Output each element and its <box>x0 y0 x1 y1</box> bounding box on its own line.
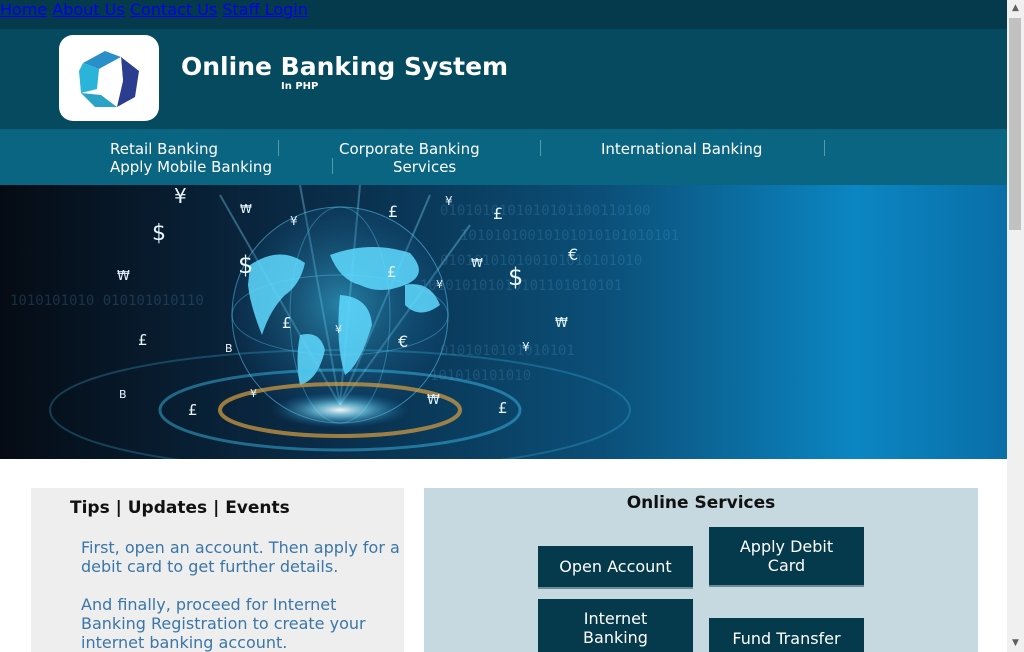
won-icon: ₩ <box>471 256 483 270</box>
euro-icon: € <box>568 245 578 264</box>
tips-paragraph: And finally, proceed for Internet Bankin… <box>81 595 366 652</box>
site-title: Online Banking System <box>181 52 509 81</box>
pound-icon: £ <box>188 401 198 419</box>
tips-paragraph: First, open an account. Then apply for a… <box>81 538 400 576</box>
logo[interactable] <box>59 35 159 121</box>
yen-icon: ¥ <box>250 387 257 400</box>
hero-globe-graphic: 0101010101010101100110100 10101010010101… <box>10 185 679 459</box>
won-icon: ₩ <box>427 393 440 408</box>
yen-icon: ¥ <box>522 340 530 354</box>
site-header: Online Banking System In PHP <box>0 29 1007 129</box>
open-account-button[interactable]: Open Account <box>538 546 693 589</box>
top-bar: Home About Us Contact Us Staff Login <box>0 0 1007 29</box>
scroll-up-arrow-icon[interactable]: ▲ <box>1007 0 1024 17</box>
nav-international-banking[interactable]: International Banking <box>601 140 762 158</box>
svg-text:0101010101010101: 0101010101010101 <box>440 343 575 359</box>
fund-transfer-button[interactable]: Fund Transfer <box>709 618 864 652</box>
online-services-panel: Online Services Open Account Apply Debit… <box>424 488 978 652</box>
nav-divider <box>540 140 541 156</box>
pound-icon: £ <box>387 263 397 281</box>
won-icon: ₩ <box>240 202 252 216</box>
sub-navigation: Retail Banking Corporate Banking Interna… <box>0 129 1007 185</box>
nav-divider <box>824 140 825 156</box>
won-icon: ₩ <box>555 316 568 331</box>
bank-logo-icon <box>79 51 139 107</box>
svg-text:10101010010101010101010101: 10101010010101010101010101 <box>460 228 679 244</box>
nav-contact-us[interactable]: Contact Us <box>130 0 217 19</box>
yen-icon: ¥ <box>445 194 453 208</box>
nav-retail-banking[interactable]: Retail Banking <box>110 140 218 158</box>
yen-icon: ¥ <box>290 214 298 228</box>
nav-divider <box>332 158 333 174</box>
yen-icon: ¥ <box>436 278 443 291</box>
internet-banking-button[interactable]: Internet Banking <box>538 599 693 652</box>
svg-text:1010101010 010101010110: 1010101010 010101010110 <box>10 293 204 309</box>
nav-about-us[interactable]: About Us <box>52 0 124 19</box>
services-heading: Online Services <box>626 493 776 513</box>
hero-banner: 0101010101010101100110100 10101010010101… <box>0 185 1007 459</box>
dollar-icon: $ <box>152 221 166 246</box>
pound-icon: £ <box>138 331 148 349</box>
pound-icon: £ <box>493 204 503 223</box>
yen-icon: ¥ <box>335 323 342 336</box>
euro-icon: € <box>398 332 408 351</box>
site-subtitle: In PHP <box>281 81 319 92</box>
dollar-icon: $ <box>238 251 253 279</box>
svg-text:0101010101010101100110100: 0101010101010101100110100 <box>440 203 651 219</box>
b-currency-icon: B <box>119 388 127 401</box>
nav-corporate-banking[interactable]: Corporate Banking <box>339 140 480 158</box>
tips-panel: Tips | Updates | Events First, open an a… <box>31 488 404 652</box>
scroll-down-arrow-icon[interactable]: ▼ <box>1007 635 1024 652</box>
b-currency-icon: B <box>225 342 233 355</box>
scroll-thumb[interactable] <box>1009 18 1021 230</box>
nav-divider <box>278 140 279 156</box>
vertical-scrollbar[interactable]: ▲ ▼ <box>1007 0 1024 652</box>
pound-icon: £ <box>282 314 292 332</box>
tips-heading: Tips | Updates | Events <box>70 498 290 518</box>
nav-apply-mobile-banking[interactable]: Apply Mobile Banking <box>110 158 272 176</box>
nav-staff-login[interactable]: Staff Login <box>222 0 308 19</box>
dollar-icon: $ <box>508 263 523 291</box>
apply-debit-card-button[interactable]: Apply Debit Card <box>709 527 864 587</box>
pound-icon: £ <box>388 202 398 221</box>
page: Home About Us Contact Us Staff Login Onl… <box>0 0 1007 652</box>
yen-icon: ¥ <box>174 185 187 208</box>
svg-text:101010101010: 101010101010 <box>430 368 531 384</box>
nav-services[interactable]: Services <box>393 158 456 176</box>
nav-home[interactable]: Home <box>0 0 47 19</box>
pound-icon: £ <box>498 399 508 417</box>
won-icon: ₩ <box>117 269 130 284</box>
